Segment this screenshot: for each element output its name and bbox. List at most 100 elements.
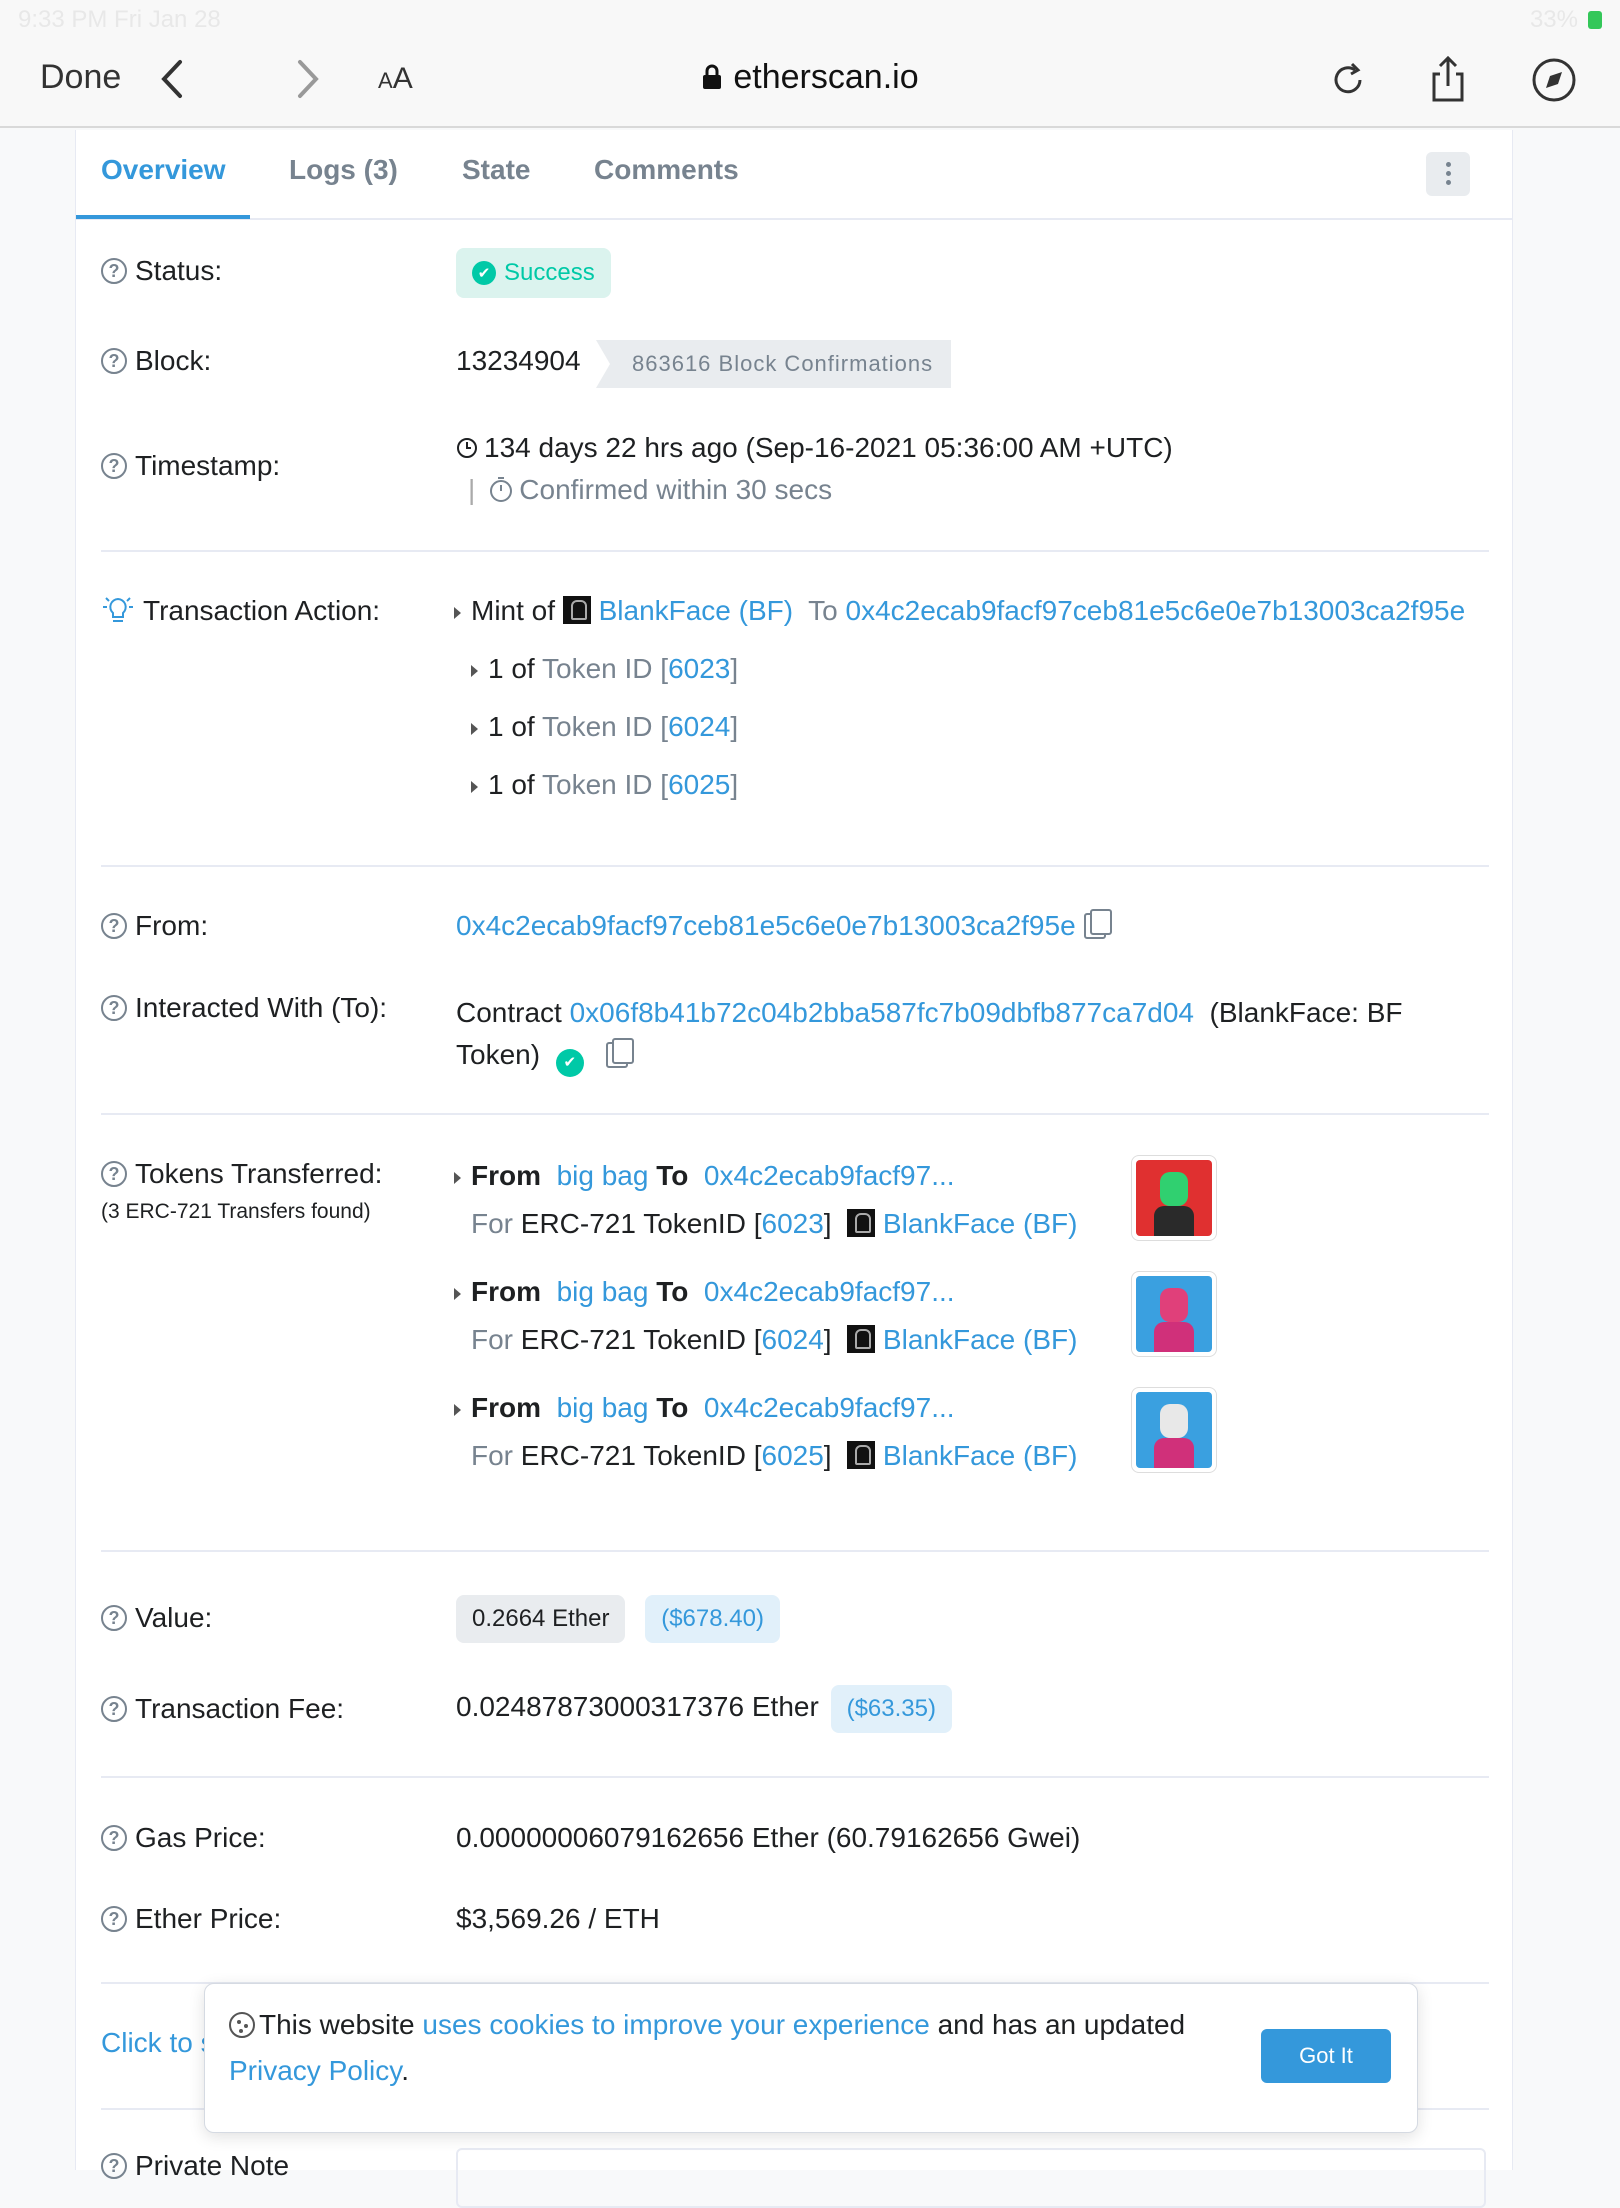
help-icon[interactable]: ?: [101, 258, 127, 284]
private-note-input[interactable]: [456, 2148, 1486, 2208]
copy-icon[interactable]: [1083, 909, 1112, 939]
block-label: ? Block:: [101, 345, 211, 377]
from-address-link[interactable]: 0x4c2ecab9facf97ceb81e5c6e0e7b13003ca2f9…: [456, 910, 1076, 941]
help-icon[interactable]: ?: [101, 453, 127, 479]
token-id-link[interactable]: 6024: [668, 711, 730, 742]
browser-toolbar: Done AA etherscan.io: [0, 40, 1620, 128]
ios-status-bar: 9:33 PM Fri Jan 28 33%: [0, 0, 1620, 40]
cookie-banner: This website uses cookies to improve you…: [204, 1983, 1418, 2133]
to-link[interactable]: 0x4c2ecab9facf97...: [704, 1276, 955, 1307]
tab-logs[interactable]: Logs (3): [289, 154, 398, 186]
divider: [101, 550, 1489, 552]
token-link[interactable]: BlankFace (BF): [883, 1440, 1078, 1471]
timestamp-confirmed: | Confirmed within 30 secs: [468, 474, 833, 505]
from-link[interactable]: big bag: [557, 1392, 649, 1423]
separator: |: [468, 474, 476, 505]
lock-icon: [703, 64, 722, 89]
transaction-card: Overview Logs (3) State Comments ? Status…: [75, 130, 1513, 2208]
nft-thumbnail[interactable]: [1131, 1155, 1217, 1241]
cookie-policy-link[interactable]: uses cookies to improve your experience: [422, 2009, 929, 2040]
divider: [101, 1550, 1489, 1552]
help-icon[interactable]: ?: [101, 1825, 127, 1851]
status-badge: ✔ Success: [456, 248, 611, 298]
mint-item: 1 of Token ID [6025]: [471, 769, 738, 801]
reload-icon[interactable]: [1322, 54, 1374, 106]
transaction-fee-label: ? Transaction Fee:: [101, 1693, 344, 1725]
gas-price-value: 0.00000006079162656 Ether (60.79162656 G…: [456, 1822, 1081, 1853]
to-address-link[interactable]: 0x4c2ecab9facf97ceb81e5c6e0e7b13003ca2f9…: [846, 595, 1466, 626]
caret-right-icon: [454, 606, 461, 619]
compass-icon[interactable]: [1528, 54, 1580, 106]
mint-action: Mint of BlankFace (BF) To 0x4c2ecab9facf…: [454, 595, 1465, 627]
help-icon[interactable]: ?: [101, 1906, 127, 1932]
status-label: ? Status:: [101, 255, 222, 287]
blankface-token-icon: [847, 1441, 876, 1469]
status-time: 9:33 PM Fri Jan 28: [18, 6, 221, 33]
from-link[interactable]: big bag: [557, 1276, 649, 1307]
gas-price-label: ? Gas Price:: [101, 1822, 266, 1854]
caret-right-icon: [454, 1403, 461, 1416]
timestamp-value: 134 days 22 hrs ago (Sep-16-2021 05:36:0…: [456, 432, 1173, 464]
stopwatch-icon: [490, 477, 513, 502]
usd-fee-badge: ($63.35): [830, 1685, 952, 1733]
interacted-value: Contract 0x06f8b41b72c04b2bba587fc7b09db…: [456, 992, 1456, 1077]
help-icon[interactable]: ?: [101, 995, 127, 1021]
caret-right-icon: [471, 722, 478, 735]
url-text: etherscan.io: [733, 58, 919, 96]
to-link[interactable]: 0x4c2ecab9facf97...: [704, 1160, 955, 1191]
transfer-row: From big bag To 0x4c2ecab9facf97...: [454, 1392, 955, 1424]
cookie-message: This website uses cookies to improve you…: [229, 2009, 1186, 2086]
battery-percent: 33%: [1529, 6, 1578, 33]
timestamp-label: ? Timestamp:: [101, 450, 280, 482]
click-to-see-more-link[interactable]: Click to s: [101, 2027, 215, 2059]
help-icon[interactable]: ?: [101, 1161, 127, 1187]
got-it-button[interactable]: Got It: [1261, 2029, 1391, 2083]
mint-item: 1 of Token ID [6024]: [471, 711, 738, 743]
tab-overview[interactable]: Overview: [101, 154, 226, 186]
transfer-detail: For ERC-721 TokenID [6023] BlankFace (BF…: [471, 1208, 1078, 1239]
token-id-link[interactable]: 6024: [762, 1324, 824, 1355]
transaction-fee-value: 0.02487873000317376 Ether ($63.35): [456, 1685, 952, 1733]
help-icon[interactable]: ?: [101, 348, 127, 374]
transfer-detail: For ERC-721 TokenID [6024] BlankFace (BF…: [471, 1324, 1078, 1355]
divider: [101, 865, 1489, 867]
divider: [101, 1776, 1489, 1778]
nft-thumbnail[interactable]: [1131, 1387, 1217, 1473]
from-link[interactable]: big bag: [557, 1160, 649, 1191]
blankface-token-icon: [847, 1209, 876, 1237]
nft-thumbnail[interactable]: [1131, 1271, 1217, 1357]
token-link[interactable]: BlankFace (BF): [883, 1208, 1078, 1239]
token-id-link[interactable]: 6025: [668, 769, 730, 800]
blankface-token-icon: [562, 596, 591, 624]
value-label: ? Value:: [101, 1602, 212, 1634]
ether-price-label: ? Ether Price:: [101, 1903, 281, 1935]
privacy-policy-link[interactable]: Privacy Policy: [229, 2055, 401, 2086]
share-icon[interactable]: [1422, 54, 1474, 106]
address-bar[interactable]: etherscan.io: [0, 58, 1620, 97]
transfer-row: From big bag To 0x4c2ecab9facf97...: [454, 1276, 955, 1308]
more-options-icon[interactable]: [1426, 152, 1470, 196]
tab-bar: Overview Logs (3) State Comments: [76, 130, 1512, 220]
caret-right-icon: [454, 1171, 461, 1184]
blankface-token-icon: [847, 1325, 876, 1353]
transaction-action-label: Transaction Action:: [101, 595, 380, 627]
copy-icon[interactable]: [605, 1038, 634, 1068]
token-link[interactable]: BlankFace (BF): [883, 1324, 1078, 1355]
tab-comments[interactable]: Comments: [594, 154, 739, 186]
value-amount: 0.2664 Ether ($678.40): [456, 1595, 780, 1643]
interacted-label: ? Interacted With (To):: [101, 992, 387, 1024]
block-confirmations-badge: 863616 Block Confirmations: [596, 340, 952, 388]
block-number-link[interactable]: 13234904: [456, 345, 581, 377]
token-id-link[interactable]: 6023: [668, 653, 730, 684]
tab-state[interactable]: State: [462, 154, 530, 186]
contract-address-link[interactable]: 0x06f8b41b72c04b2bba587fc7b09dbfb877ca7d…: [570, 997, 1194, 1028]
token-id-link[interactable]: 6023: [762, 1208, 824, 1239]
help-icon[interactable]: ?: [101, 1605, 127, 1631]
help-icon[interactable]: ?: [101, 2153, 127, 2179]
to-link[interactable]: 0x4c2ecab9facf97...: [704, 1392, 955, 1423]
help-icon[interactable]: ?: [101, 1696, 127, 1722]
token-id-link[interactable]: 6025: [762, 1440, 824, 1471]
token-link[interactable]: BlankFace (BF): [599, 595, 794, 626]
caret-right-icon: [471, 780, 478, 793]
help-icon[interactable]: ?: [101, 913, 127, 939]
